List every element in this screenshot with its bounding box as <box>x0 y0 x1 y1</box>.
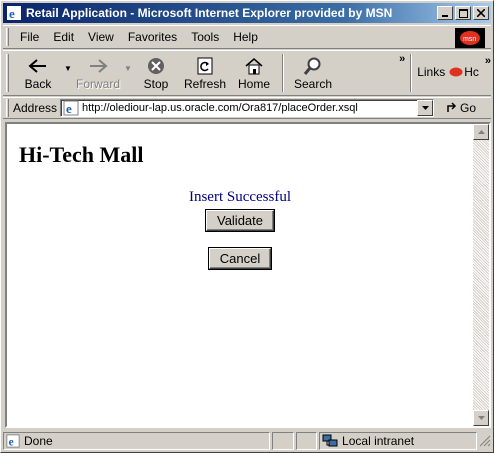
svg-text:e: e <box>9 6 15 21</box>
back-label: Back <box>24 77 52 91</box>
home-icon <box>244 55 264 77</box>
title-bar[interactable]: e Retail Application - Microsoft Interne… <box>3 3 491 23</box>
stop-label: Stop <box>143 77 169 91</box>
address-label: Address <box>13 101 58 115</box>
forward-button[interactable]: Forward <box>73 51 123 95</box>
links-item-hotmail[interactable]: Hc <box>464 65 479 79</box>
menu-grip[interactable] <box>6 28 9 46</box>
intranet-icon <box>322 434 338 448</box>
home-label: Home <box>237 77 270 91</box>
page-viewport: Hi-Tech Mall Insert Successful Validate … <box>5 122 491 428</box>
address-url: http://olediour-lap.us.oracle.com/Ora817… <box>82 102 358 114</box>
msn-link-icon <box>449 67 463 77</box>
minimize-button[interactable] <box>437 6 453 20</box>
menu-help[interactable]: Help <box>226 30 265 44</box>
page-title: Hi-Tech Mall <box>19 142 144 167</box>
window-title: Retail Application - Microsoft Internet … <box>26 6 393 20</box>
refresh-button[interactable]: Refresh <box>179 51 231 95</box>
close-button[interactable] <box>473 6 489 20</box>
status-message: Insert Successful <box>188 189 292 205</box>
status-bar: e Done Local intranet <box>3 431 491 451</box>
zone-text: Local intranet <box>342 434 415 448</box>
toolbar-separator-2 <box>410 54 413 92</box>
go-label: Go <box>460 101 477 115</box>
search-button[interactable]: Search <box>289 51 337 95</box>
links-chevron-icon[interactable]: » <box>485 51 491 67</box>
address-input[interactable]: e http://olediour-lap.us.oracle.com/Ora8… <box>60 99 435 117</box>
page-content: Hi-Tech Mall Insert Successful Validate … <box>7 124 473 426</box>
svg-text:e: e <box>66 101 72 116</box>
validate-button[interactable]: Validate <box>205 210 274 231</box>
status-text: Done <box>24 434 53 448</box>
msn-logo-icon: msn <box>455 28 485 48</box>
forward-label: Forward <box>75 77 120 91</box>
back-button[interactable]: Back <box>13 51 63 95</box>
status-panel-2 <box>272 432 294 450</box>
chevron-up-icon <box>477 130 485 134</box>
maximize-button[interactable] <box>455 6 471 20</box>
address-grip[interactable] <box>6 99 9 117</box>
refresh-icon <box>197 55 213 77</box>
vertical-scrollbar[interactable] <box>473 124 489 426</box>
search-icon <box>303 55 323 77</box>
menu-tools[interactable]: Tools <box>184 30 226 44</box>
cancel-button[interactable]: Cancel <box>208 248 272 269</box>
links-label[interactable]: Links <box>417 65 445 79</box>
zone-panel: Local intranet <box>319 432 477 450</box>
stop-icon <box>147 55 165 77</box>
menu-view[interactable]: View <box>81 30 121 44</box>
toolbar-separator <box>282 54 284 92</box>
stop-button[interactable]: Stop <box>133 51 179 95</box>
menu-favorites[interactable]: Favorites <box>121 30 184 44</box>
go-arrow-icon <box>446 102 458 114</box>
back-arrow-icon <box>28 55 48 77</box>
scroll-up-button[interactable] <box>473 124 489 140</box>
home-button[interactable]: Home <box>231 51 277 95</box>
status-panel-3 <box>295 432 318 450</box>
standard-toolbar: Back ▼ Forward ▼ Stop Refresh Home Searc… <box>3 50 491 96</box>
back-dropdown[interactable]: ▼ <box>63 51 73 95</box>
toolbar-chevron-icon[interactable]: » <box>399 51 405 65</box>
browser-window: e Retail Application - Microsoft Interne… <box>0 0 494 453</box>
menu-bar: File Edit View Favorites Tools Help msn <box>3 25 491 49</box>
ie-status-icon: e <box>6 434 20 448</box>
address-bar: Address e http://olediour-lap.us.oracle.… <box>3 97 491 119</box>
go-button[interactable]: Go <box>446 101 476 115</box>
links-bar: Links Hc » <box>417 51 491 95</box>
forward-arrow-icon <box>88 55 108 77</box>
toolbar-grip[interactable] <box>6 54 9 92</box>
search-label: Search <box>293 77 333 91</box>
ie-icon: e <box>6 5 22 21</box>
status-text-panel: e Done <box>3 432 271 450</box>
refresh-label: Refresh <box>183 77 227 91</box>
scroll-down-button[interactable] <box>473 410 489 426</box>
menu-file[interactable]: File <box>13 30 46 44</box>
menu-edit[interactable]: Edit <box>46 30 81 44</box>
chevron-down-icon <box>477 416 485 420</box>
ie-page-icon: e <box>63 100 79 116</box>
svg-text:e: e <box>9 436 14 448</box>
address-dropdown-button[interactable] <box>417 100 434 116</box>
svg-text:msn: msn <box>463 36 476 43</box>
chevron-down-icon <box>421 106 429 110</box>
result-panel: Insert Successful Validate Cancel <box>7 189 473 269</box>
forward-dropdown[interactable]: ▼ <box>123 51 133 95</box>
resize-grip-icon[interactable] <box>479 435 491 447</box>
